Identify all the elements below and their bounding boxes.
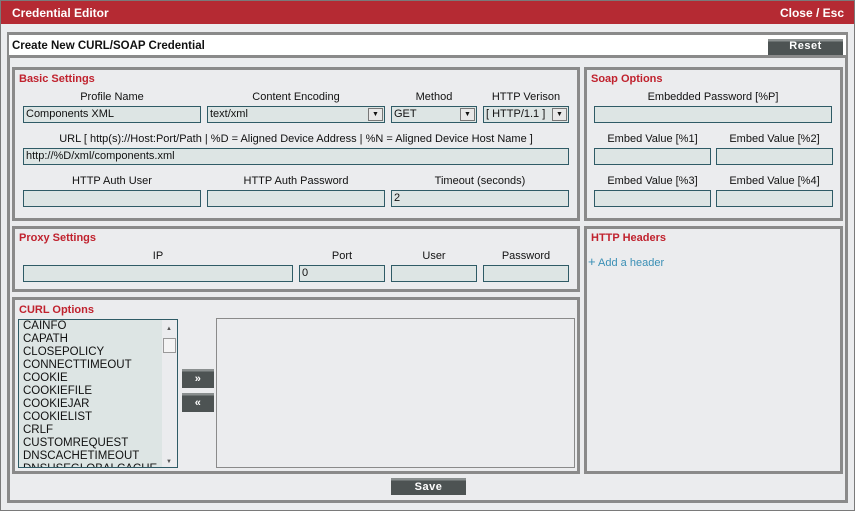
content-encoding-label: Content Encoding — [252, 91, 340, 103]
remove-option-button[interactable]: « — [182, 393, 214, 412]
proxy-user-label: User — [422, 250, 446, 262]
selected-options-box[interactable] — [216, 318, 575, 468]
curl-option-item[interactable]: DNSCACHETIMEOUT — [21, 450, 177, 463]
scroll-up-icon[interactable]: ▲ — [166, 323, 172, 336]
proxy-port-label: Port — [331, 250, 353, 262]
form-title: Create New CURL/SOAP Credential — [12, 40, 205, 52]
embed-value-4-input[interactable] — [716, 190, 833, 207]
url-input[interactable]: http://%D/xml/components.xml — [23, 148, 569, 165]
close-button[interactable]: Close / Esc — [780, 6, 844, 20]
chevron-down-icon[interactable]: ▼ — [460, 108, 475, 121]
embed-value-1-input[interactable] — [594, 148, 711, 165]
timeout-input[interactable]: 2 — [391, 190, 569, 207]
proxy-ip-input[interactable] — [23, 265, 293, 282]
auth-user-label: HTTP Auth User — [72, 175, 152, 187]
chevron-down-icon[interactable]: ▼ — [552, 108, 567, 121]
curl-option-item[interactable]: COOKIEFILE — [21, 385, 177, 398]
scroll-thumb[interactable] — [163, 338, 176, 353]
curl-option-item[interactable]: CLOSEPOLICY — [21, 346, 177, 359]
timeout-label: Timeout (seconds) — [434, 175, 526, 187]
window-title: Credential Editor — [12, 6, 109, 20]
curl-option-item[interactable]: CONNECTTIMEOUT — [21, 359, 177, 372]
scroll-down-icon[interactable]: ▼ — [166, 456, 172, 467]
plus-icon: + — [588, 254, 596, 269]
curl-option-item[interactable]: COOKIE — [21, 372, 177, 385]
profile-name-label: Profile Name — [80, 91, 144, 103]
curl-option-item[interactable]: CRLF — [21, 424, 177, 437]
embed-value-1-label: Embed Value [%1] — [607, 133, 698, 145]
proxy-user-input[interactable] — [391, 265, 477, 282]
proxy-password-label: Password — [501, 250, 551, 262]
http-version-value: [ HTTP/1.1 ] — [486, 108, 546, 120]
reset-button[interactable]: Reset — [768, 39, 843, 55]
add-header-link[interactable]: + Add a header — [588, 254, 664, 269]
method-label: Method — [415, 91, 453, 103]
embed-value-3-label: Embed Value [%3] — [607, 175, 698, 187]
proxy-settings-title: Proxy Settings — [19, 232, 97, 244]
add-option-button[interactable]: » — [182, 369, 214, 388]
curl-option-item[interactable]: CAPATH — [21, 333, 177, 346]
curl-options-list[interactable]: CAINFO CAPATH CLOSEPOLICY CONNECTTIMEOUT COO… — [18, 319, 178, 468]
editor-header: Create New CURL/SOAP Credential — [9, 35, 846, 58]
http-version-select[interactable]: [ HTTP/1.1 ] ▼ — [483, 106, 569, 123]
curl-option-item[interactable]: CAINFO — [21, 320, 177, 333]
auth-password-label: HTTP Auth Password — [243, 175, 349, 187]
http-headers-title: HTTP Headers — [591, 232, 666, 244]
auth-user-input[interactable] — [23, 190, 201, 207]
title-bar: Credential Editor Close / Esc — [1, 1, 854, 24]
save-button[interactable]: Save — [391, 478, 466, 495]
embed-value-4-label: Embed Value [%4] — [729, 175, 820, 187]
method-select[interactable]: GET ▼ — [391, 106, 477, 123]
curl-option-item[interactable]: COOKIELIST — [21, 411, 177, 424]
embed-value-3-input[interactable] — [594, 190, 711, 207]
scrollbar[interactable]: ▲ ▼ — [162, 320, 177, 467]
basic-settings-title: Basic Settings — [19, 73, 95, 85]
chevron-down-icon[interactable]: ▼ — [368, 108, 383, 121]
embed-value-2-label: Embed Value [%2] — [729, 133, 820, 145]
method-value: GET — [394, 108, 417, 120]
curl-options-title: CURL Options — [19, 304, 94, 316]
proxy-ip-label: IP — [152, 250, 164, 262]
content-encoding-select[interactable]: text/xml ▼ — [207, 106, 385, 123]
embed-value-2-input[interactable] — [716, 148, 833, 165]
soap-options-title: Soap Options — [591, 73, 663, 85]
curl-option-item[interactable]: CUSTOMREQUEST — [21, 437, 177, 450]
url-label: URL [ http(s)://Host:Port/Path | %D = Al… — [59, 133, 533, 145]
auth-password-input[interactable] — [207, 190, 385, 207]
add-header-label: Add a header — [598, 257, 665, 269]
http-version-label: HTTP Verison — [491, 91, 561, 103]
curl-option-item[interactable]: DNSUSEGLOBALCACHE — [21, 463, 177, 467]
embedded-password-input[interactable] — [594, 106, 832, 123]
content-encoding-value: text/xml — [210, 108, 248, 120]
proxy-port-input[interactable]: 0 — [299, 265, 385, 282]
curl-option-item[interactable]: COOKIEJAR — [21, 398, 177, 411]
proxy-password-input[interactable] — [483, 265, 569, 282]
embedded-password-label: Embedded Password [%P] — [647, 91, 779, 103]
profile-name-input[interactable]: Components XML — [23, 106, 201, 123]
